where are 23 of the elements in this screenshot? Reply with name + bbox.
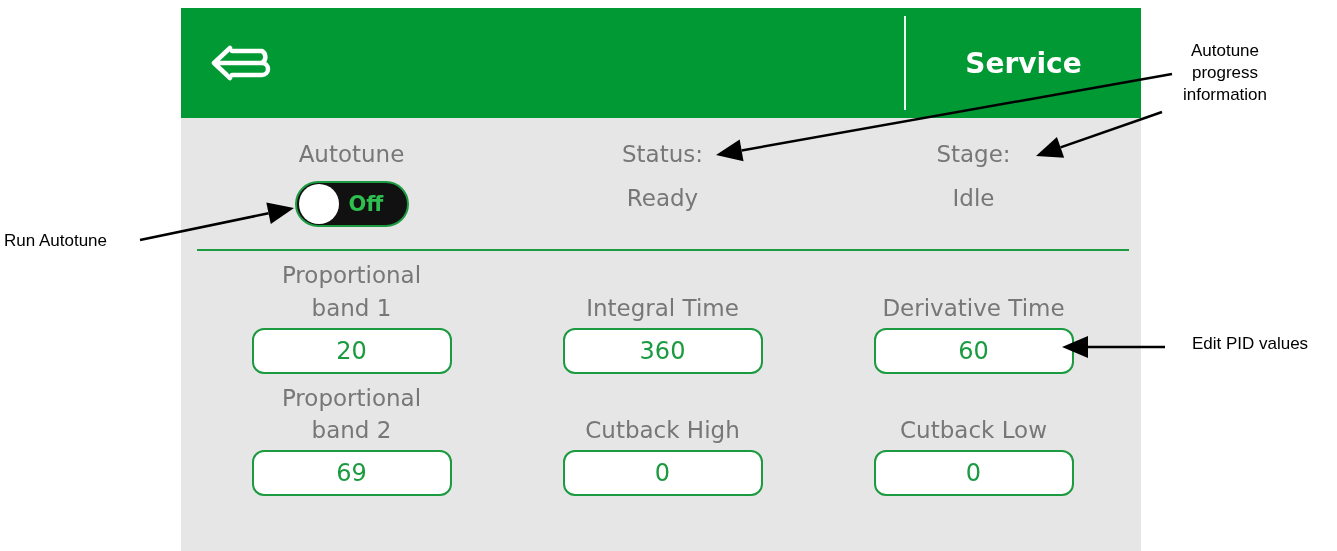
callout-text: Autotune progress information <box>1181 40 1269 107</box>
input-field[interactable]: 0 <box>873 450 1074 497</box>
field-label: Cutback High <box>584 415 741 445</box>
field-label: Integral Time <box>585 293 740 323</box>
autotune-toggle[interactable]: Off <box>294 181 409 228</box>
progress-label: Stage: <box>936 140 1011 169</box>
page-title: Service <box>964 46 1083 80</box>
field-label: Proportional band 2 <box>280 383 423 445</box>
input-field[interactable]: 360 <box>562 327 763 374</box>
field-label: Cutback Low <box>899 415 1048 445</box>
input-field[interactable]: 20 <box>251 327 452 374</box>
progress-value: Ready <box>626 185 699 212</box>
field-label: Proportional band 1 <box>280 261 423 323</box>
input-field[interactable]: 0 <box>562 450 763 497</box>
callout-text: Run Autotune <box>4 230 109 252</box>
autotune-label: Autotune <box>298 140 405 169</box>
input-field[interactable]: 60 <box>873 327 1074 374</box>
callout-text: Edit PID values <box>1190 333 1310 355</box>
field-label: Derivative Time <box>881 293 1066 323</box>
progress-value: Idle <box>952 185 995 212</box>
input-field[interactable]: 69 <box>251 450 452 497</box>
back-arrow-icon <box>210 45 272 81</box>
progress-label: Status: <box>621 140 703 169</box>
